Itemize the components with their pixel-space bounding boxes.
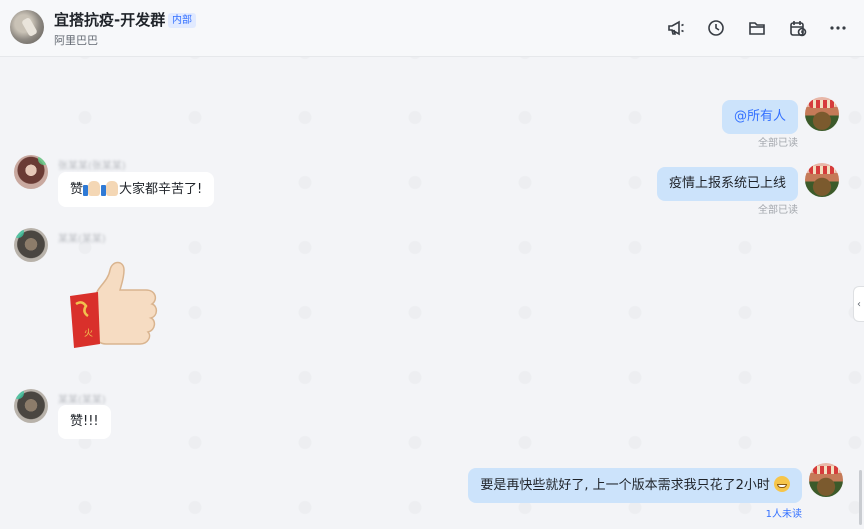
message-text: 赞!!! (70, 414, 99, 429)
mention-text[interactable]: @所有人 (734, 109, 786, 124)
sender-name: 张某某(张某某) (58, 161, 126, 172)
sender-avatar[interactable] (14, 228, 48, 262)
group-avatar[interactable] (10, 10, 44, 44)
thumbs-up-icon (83, 180, 101, 196)
organization-name: 阿里巴巴 (54, 34, 98, 47)
chevron-left-icon: ‹ (857, 298, 861, 310)
message-text: 要是再快些就好了, 上一个版本需求我只花了2小时 (480, 478, 770, 493)
thumbs-up-sticker[interactable]: 火 (66, 256, 166, 348)
sticker-text: 火 (84, 329, 94, 339)
read-receipt[interactable]: 全部已读 (758, 201, 798, 216)
self-avatar[interactable] (805, 163, 839, 197)
internal-badge: 内部 (168, 13, 196, 28)
folder-icon[interactable] (747, 18, 767, 38)
announcement-icon[interactable] (666, 18, 686, 38)
message-bubble[interactable]: 赞!!! (58, 405, 111, 439)
sender-avatar[interactable] (14, 389, 48, 423)
message-bubble[interactable]: @所有人 (721, 100, 798, 134)
more-icon[interactable] (828, 18, 848, 38)
sender-avatar[interactable] (14, 155, 48, 189)
message-bubble[interactable]: 疫情上报系统已上线 (656, 167, 798, 201)
message-text-prefix: 赞 (70, 182, 84, 197)
self-avatar[interactable] (805, 97, 839, 131)
self-avatar[interactable] (809, 463, 843, 497)
calendar-icon[interactable] (788, 18, 808, 38)
sender-name: 某某(某某) (58, 395, 106, 406)
message-text: 疫情上报系统已上线 (668, 176, 786, 191)
collapse-sidebar-button[interactable]: ‹ (853, 286, 864, 322)
message-bubble[interactable]: 赞 大家都辛苦了! (58, 172, 215, 207)
scrollbar[interactable] (859, 470, 862, 525)
message-text-suffix: 大家都辛苦了! (119, 182, 203, 197)
grin-emoji-icon (774, 476, 790, 492)
message-bubble[interactable]: 要是再快些就好了, 上一个版本需求我只花了2小时 (468, 468, 802, 503)
sender-name: 某某(某某) (58, 234, 106, 245)
chat-title[interactable]: 宜搭抗疫-开发群 (54, 9, 165, 30)
history-icon[interactable] (706, 18, 726, 38)
unread-receipt[interactable]: 1人未读 (766, 505, 802, 520)
thumbs-up-icon (101, 180, 119, 196)
read-receipt[interactable]: 全部已读 (758, 134, 798, 149)
chat-header: 宜搭抗疫-开发群 内部 阿里巴巴 (0, 0, 864, 57)
